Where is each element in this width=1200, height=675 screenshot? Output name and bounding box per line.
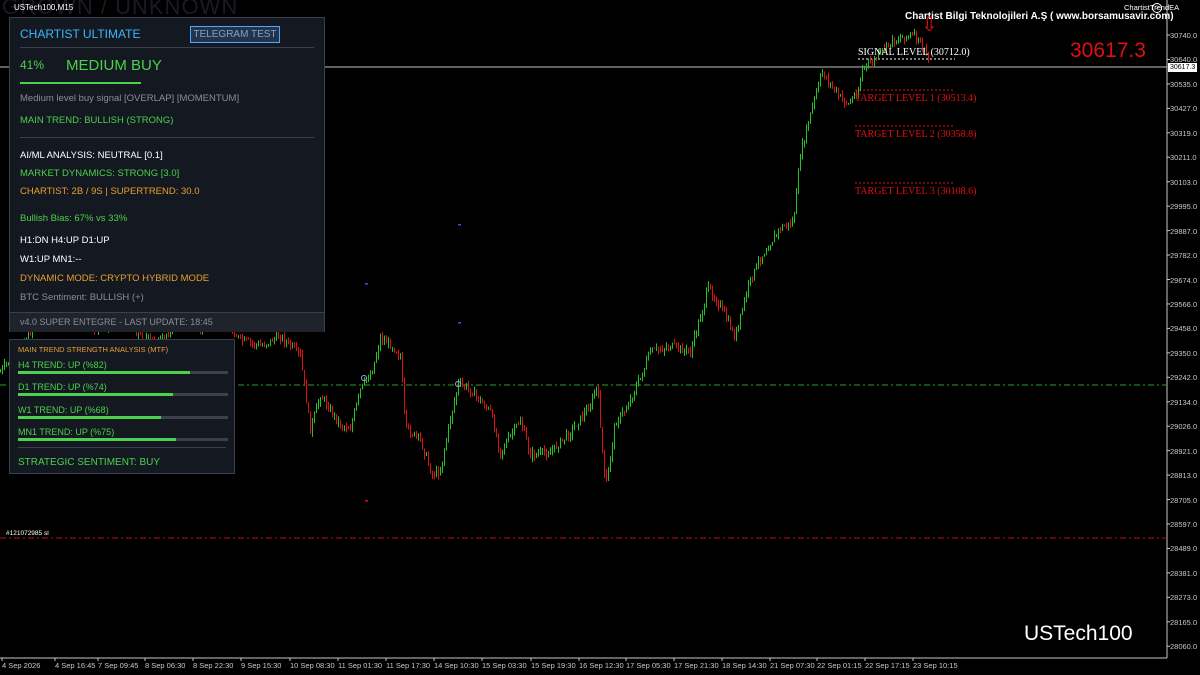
bullish-bias: Bullish Bias: 67% vs 33% <box>20 213 128 224</box>
d1-trend: D1 TREND: UP (%74) <box>18 382 107 392</box>
w1-trend: W1 TREND: UP (%68) <box>18 405 109 415</box>
time-axis-label: 22 Sep 17:15 <box>865 661 910 670</box>
price-axis-label: 28813.0 <box>1170 471 1198 481</box>
market-dynamics: MARKET DYNAMICS: STRONG [3.0] <box>20 168 180 179</box>
divider <box>20 47 314 48</box>
price-axis-label: 29134.0 <box>1170 397 1198 407</box>
price-axis-label: 28705.0 <box>1170 495 1198 505</box>
supertrend-dot <box>365 283 368 285</box>
time-axis-label: 18 Sep 14:30 <box>722 661 767 670</box>
time-axis-label: 8 Sep 22:30 <box>193 661 234 670</box>
chartist-panel: CHARTIST ULTIMATE TELEGRAM TEST 41% MEDI… <box>9 17 325 332</box>
price-axis-label: 29242.0 <box>1170 373 1198 383</box>
time-axis-label: 10 Sep 08:30 <box>290 661 335 670</box>
signal-percent: 41% <box>20 58 45 72</box>
signal-strength-bar <box>20 82 141 84</box>
price-axis-label: 29458.0 <box>1170 324 1198 334</box>
price-axis-label: 29995.0 <box>1170 202 1198 212</box>
symbol-watermark: USTech100 <box>1024 622 1133 645</box>
price-axis-label: 30427.0 <box>1170 104 1198 114</box>
dynamic-mode: DYNAMIC MODE: CRYPTO HYBRID MODE <box>20 273 210 284</box>
time-axis-label: 17 Sep 21:30 <box>674 661 719 670</box>
time-axis-label: 15 Sep 03:30 <box>482 661 527 670</box>
w1-trend-bar <box>18 416 228 419</box>
supertrend-dot <box>458 224 461 226</box>
target-level-1-label: TARGET LEVEL 1 (30513.4) <box>855 93 977 104</box>
version-update: v4.0 SUPER ENTEGRE - LAST UPDATE: 18:45 <box>20 317 213 327</box>
symbol-timeframe: USTech100,M15 <box>14 3 74 12</box>
panel-title: CHARTIST ULTIMATE <box>20 27 141 41</box>
current-price-big: 30617.3 <box>1070 39 1146 62</box>
supertrend-dot <box>365 500 368 502</box>
time-axis-label: 9 Sep 15:30 <box>241 661 282 670</box>
price-axis-label: 28060.0 <box>1170 642 1198 652</box>
time-axis-label: 15 Sep 19:30 <box>531 661 576 670</box>
time-axis-label: 21 Sep 07:30 <box>770 661 815 670</box>
price-axis-label: 28921.0 <box>1170 446 1198 456</box>
supertrend-dot <box>458 322 461 324</box>
time-axis-label: 11 Sep 01:30 <box>338 661 383 670</box>
price-axis-label: 30103.0 <box>1170 177 1198 187</box>
signal-label: MEDIUM BUY <box>66 57 162 74</box>
telegram-test-button[interactable]: TELEGRAM TEST <box>190 26 280 43</box>
price-axis-label: 28273.0 <box>1170 593 1198 603</box>
price-axis-label: 30740.0 <box>1170 31 1198 40</box>
chartist-supertrend: CHARTIST: 2B / 9S | SUPERTREND: 30.0 <box>20 186 200 197</box>
price-axis-label: 29350.0 <box>1170 348 1198 358</box>
timeframe-status-1: H1:DN H4:UP D1:UP <box>20 235 110 246</box>
d1-trend-bar <box>18 393 228 396</box>
price-axis-label: 28597.0 <box>1170 520 1198 529</box>
h4-trend-bar <box>18 371 228 374</box>
price-axis-label: 28165.0 <box>1170 617 1198 627</box>
trend-strength-panel: MAIN TREND STRENGTH ANALYSIS (MTF) H4 TR… <box>9 339 235 474</box>
order-sl-label: #121072985 sl <box>6 530 49 537</box>
price-axis-label: 29566.0 <box>1170 299 1198 309</box>
price-axis-label: 28489.0 <box>1170 544 1198 554</box>
ai-ml-analysis: AI/ML ANALYSIS: NEUTRAL [0.1] <box>20 150 163 161</box>
divider <box>20 137 314 138</box>
main-trend: MAIN TREND: BULLISH (STRONG) <box>20 115 174 126</box>
time-axis-label: 23 Sep 10:15 <box>913 661 958 670</box>
h4-trend: H4 TREND: UP (%82) <box>18 360 107 370</box>
price-axis-label: 29782.0 <box>1170 251 1198 261</box>
strategic-sentiment: STRATEGIC SENTIMENT: BUY <box>18 457 161 468</box>
price-axis-label: 29887.0 <box>1170 226 1198 236</box>
signal-level-label: SIGNAL LEVEL (30712.0) <box>858 47 970 58</box>
price-axis-label: 30535.0 <box>1170 79 1198 89</box>
target-level-3-label: TARGET LEVEL 3 (30108.6) <box>855 186 977 197</box>
time-axis-label: 17 Sep 05:30 <box>626 661 671 670</box>
time-axis-label: 11 Sep 17:30 <box>386 661 431 670</box>
time-axis-label: 4 Sep 16:45 <box>55 661 96 670</box>
time-axis-label: 14 Sep 10:30 <box>434 661 479 670</box>
price-axis-label: 30640.0 <box>1170 55 1198 65</box>
price-axis-label: 29674.0 <box>1170 275 1198 285</box>
price-axis-label: 29026.0 <box>1170 422 1198 432</box>
time-axis-label: 16 Sep 12:30 <box>579 661 624 670</box>
signal-description: Medium level buy signal [OVERLAP] [MOMEN… <box>20 93 240 104</box>
price-axis-label: 28381.0 <box>1170 568 1198 578</box>
mn1-trend-bar <box>18 438 228 441</box>
btc-sentiment: BTC Sentiment: BULLISH (+) <box>20 292 144 303</box>
panel-footer: v4.0 SUPER ENTEGRE - LAST UPDATE: 18:45 <box>10 312 324 332</box>
panel-title: MAIN TREND STRENGTH ANALYSIS (MTF) <box>18 345 169 354</box>
time-axis-label: 22 Sep 01:15 <box>817 661 862 670</box>
time-axis-label: 4 Sep 2026 <box>2 661 41 670</box>
time-axis-label: 7 Sep 09:45 <box>98 661 139 670</box>
price-axis-label: 30211.0 <box>1170 153 1197 163</box>
time-axis-label: 8 Sep 06:30 <box>145 661 186 670</box>
divider <box>18 447 226 448</box>
mn1-trend: MN1 TREND: UP (%75) <box>18 427 115 437</box>
timeframe-status-2: W1:UP MN1:-- <box>20 254 82 265</box>
target-level-2-label: TARGET LEVEL 2 (30358.8) <box>855 129 977 140</box>
company-name: Chartist Bilgi Teknolojileri A.Ş ( www.b… <box>905 11 1174 22</box>
down-arrow-icon: ⇩ <box>921 14 938 36</box>
price-axis-label: 30319.0 <box>1170 128 1198 138</box>
